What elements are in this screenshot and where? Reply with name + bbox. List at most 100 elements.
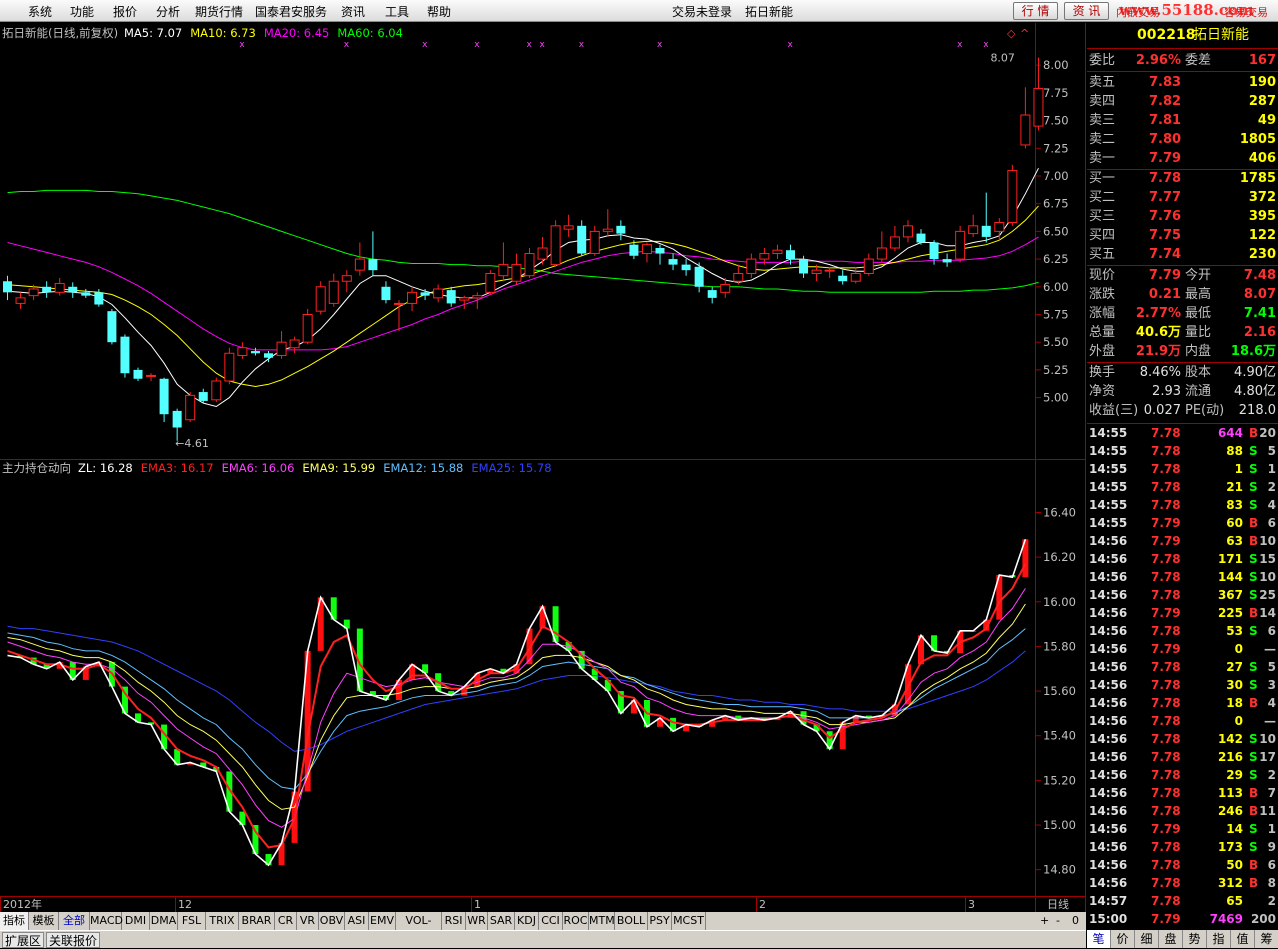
candle [981, 192, 991, 243]
indicator-tab-vr[interactable]: VR [297, 912, 319, 930]
tick-direction: S [1249, 570, 1258, 584]
tick-volume: 367 [1217, 588, 1243, 602]
indicator-tab-cci[interactable]: CCI [539, 912, 563, 930]
right-tab-7[interactable]: 筹 [1255, 930, 1278, 948]
candle [433, 284, 444, 303]
candle [772, 244, 783, 260]
indicator-title: 主力持仓动向 [2, 461, 71, 475]
candle [955, 225, 966, 263]
tick-time: 14:56 [1089, 570, 1128, 584]
tick-price: 7.78 [1151, 840, 1181, 854]
indicator-tab-wr[interactable]: WR [466, 912, 488, 930]
right-tab-6[interactable]: 值 [1231, 930, 1255, 948]
indicator-tab-trix[interactable]: TRIX [206, 912, 239, 930]
indicator-tab-模板[interactable]: 模板 [29, 912, 59, 930]
menu-function[interactable]: 功能 [70, 3, 94, 20]
extension-area-button[interactable]: 扩展区 [2, 932, 45, 948]
candle [54, 277, 65, 296]
indicator-tab-psy[interactable]: PSY [648, 912, 672, 930]
tick-panel[interactable]: 14:55 7.78 644 B 20 14:55 7.78 88 S 5 14:55 7.78 1 S 1… [1087, 423, 1278, 930]
candle-body [1007, 169, 1018, 224]
bid-level-label: 买二 [1089, 190, 1116, 205]
candle-body [368, 259, 378, 271]
tick-count: — [1264, 642, 1276, 656]
indicator-tab-roc[interactable]: ROC [563, 912, 589, 930]
tick-volume: 7469 [1209, 912, 1243, 926]
menu-help[interactable]: 帮助 [427, 3, 451, 20]
embedded-trade-link[interactable]: 内嵌交易 [1116, 4, 1160, 20]
candle [368, 231, 378, 276]
indicator-tab-vol-tdx[interactable]: VOL-TDX [396, 912, 442, 945]
tick-count: 9 [1267, 840, 1276, 854]
tick-direction: S [1249, 660, 1258, 674]
tick-price: 7.79 [1151, 606, 1181, 620]
quote-tab-button[interactable]: 行 情 [1013, 2, 1058, 20]
related-quote-button[interactable]: 关联报价 [46, 932, 101, 948]
y-tick-label: 15.20 [1043, 773, 1076, 787]
indicator-tab-dma[interactable]: DMA [150, 912, 178, 930]
indicator-tab-全部[interactable]: 全部 [59, 912, 90, 930]
right-tab-5[interactable]: 指 [1207, 930, 1231, 948]
menu-system[interactable]: 系统 [28, 3, 52, 20]
candle-body [28, 288, 39, 297]
indicator-tab-mcst[interactable]: MCST [672, 912, 706, 930]
indicator-tab-sar[interactable]: SAR [488, 912, 515, 930]
indicator-tab-macd[interactable]: MACD [90, 912, 123, 930]
indicator-tab-emv[interactable]: EMV [369, 912, 396, 930]
right-tab-3[interactable]: 盘 [1159, 930, 1183, 948]
weibi-row: 委比 2.96% 委差 167 [1087, 51, 1278, 70]
indicator-tab-boll[interactable]: BOLL [615, 912, 648, 930]
right-tab-1[interactable]: 价 [1111, 930, 1135, 948]
bid-row: 买五 7.74 230 [1087, 245, 1278, 264]
kline-chart[interactable]: 拓日新能(日线,前复权) MA5: 7.07 MA10: 6.73 MA20: 6.… [0, 23, 1086, 912]
menu-quote[interactable]: 报价 [113, 3, 137, 20]
tick-count: 10 [1259, 732, 1276, 746]
tick-volume: 312 [1217, 876, 1243, 890]
tick-volume: 21 [1226, 480, 1243, 494]
candle-body [902, 225, 913, 238]
tick-count: 3 [1267, 678, 1276, 692]
indicator-tab-obv[interactable]: OBV [319, 912, 345, 930]
candle-body [315, 286, 326, 312]
indicator-tab-kdj[interactable]: KDJ [515, 912, 539, 930]
easy-trade-link[interactable]: 容易交易 [1224, 4, 1268, 20]
indicator-tab-brar[interactable]: BRAR [239, 912, 275, 930]
news-tab-button[interactable]: 资 讯 [1064, 2, 1109, 20]
right-tab-0[interactable]: 笔 [1087, 930, 1111, 948]
menu-tools[interactable]: 工具 [385, 3, 409, 20]
menu-news[interactable]: 资讯 [341, 3, 365, 20]
menu-futures[interactable]: 期货行情 [195, 3, 243, 20]
tick-direction: S [1249, 552, 1258, 566]
stock-code: 002218 [1137, 27, 1196, 43]
indicator-tab-dmi[interactable]: DMI [122, 912, 150, 930]
menu-gtja-service[interactable]: 国泰君安服务 [255, 3, 327, 20]
tick-volume: 27 [1226, 660, 1243, 674]
chart-area[interactable]: 拓日新能(日线,前复权) MA5: 7.07 MA10: 6.73 MA20: 6.… [0, 23, 1086, 912]
legend-entry: EMA3: 16.17 [141, 461, 214, 475]
y-tick-label: 16.00 [1043, 595, 1076, 609]
tick-row: 14:56 7.78 29 S 2 [1087, 766, 1278, 784]
tick-time: 14:56 [1089, 534, 1128, 548]
ema6-line [7, 588, 1026, 828]
indicator-tab-mtm[interactable]: MTM [589, 912, 615, 930]
right-tab-4[interactable]: 势 [1183, 930, 1207, 948]
tick-price: 7.78 [1151, 732, 1181, 746]
zoom-reset-button[interactable]: 0 [1072, 914, 1079, 927]
tick-price: 7.78 [1151, 588, 1181, 602]
candle [968, 214, 979, 237]
candle-body [550, 225, 561, 266]
indicator-tab-asi[interactable]: ASI [345, 912, 369, 930]
indicator-tab-fsl[interactable]: FSL [178, 912, 206, 930]
right-tab-2[interactable]: 细 [1135, 930, 1159, 948]
zoom-out-button[interactable]: - [1056, 914, 1060, 927]
fund-label: 收益(三) [1089, 403, 1139, 418]
tick-count: 200 [1250, 912, 1276, 926]
tick-time: 14:55 [1089, 426, 1128, 440]
chevron-up-icon[interactable]: ^ [1020, 27, 1029, 40]
menu-analysis[interactable]: 分析 [156, 3, 180, 20]
zoom-in-button[interactable]: + [1040, 914, 1049, 927]
tick-time: 14:56 [1089, 696, 1128, 710]
indicator-tab-指标[interactable]: 指标 [0, 912, 29, 930]
indicator-tab-cr[interactable]: CR [275, 912, 297, 930]
indicator-tab-rsi[interactable]: RSI [442, 912, 466, 930]
